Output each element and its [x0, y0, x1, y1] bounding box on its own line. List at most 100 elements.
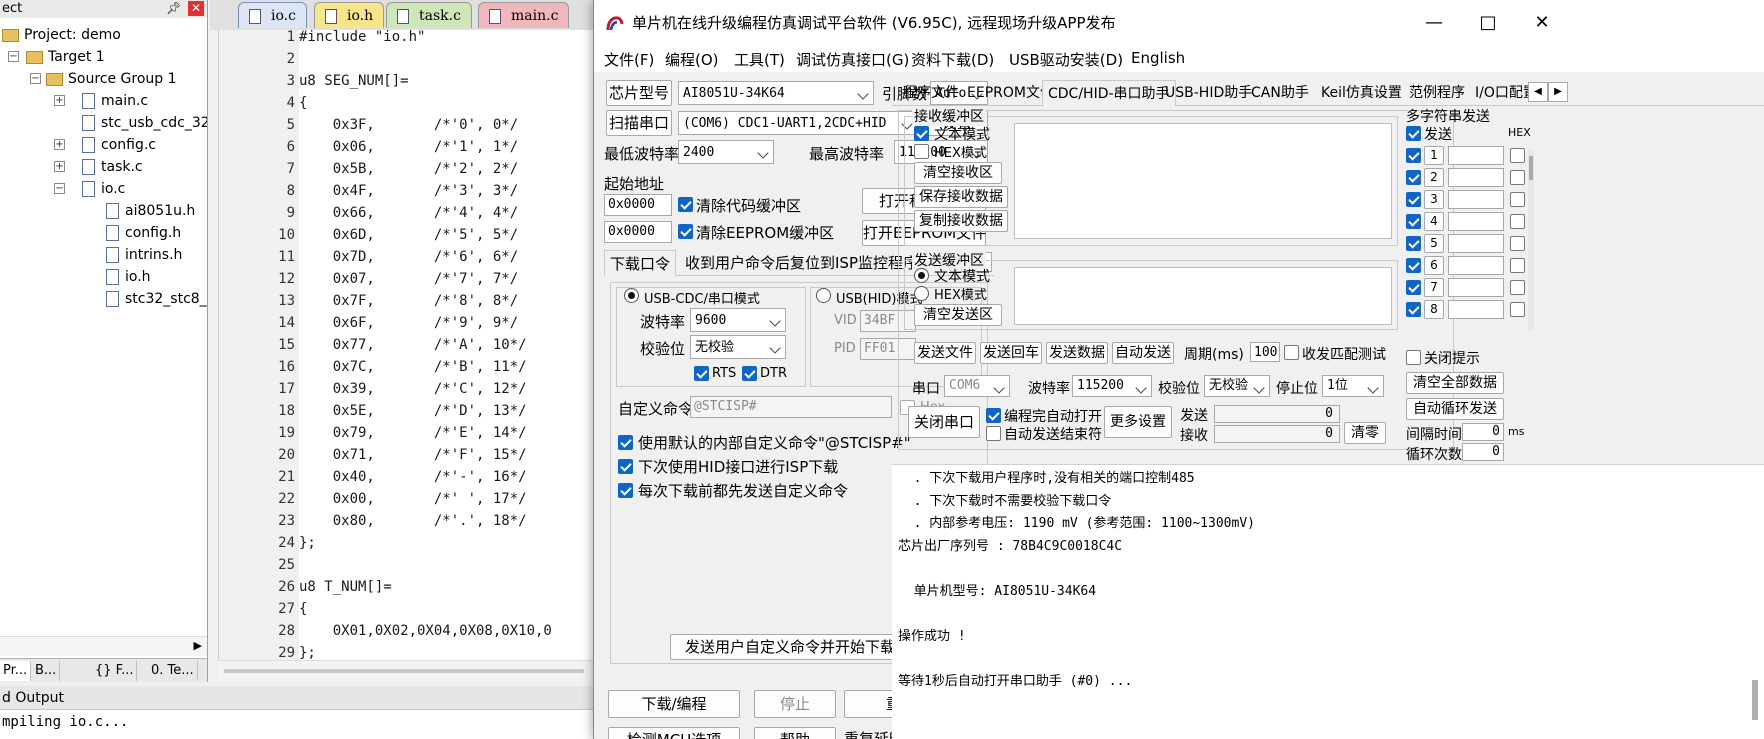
collapse-icon[interactable]: − — [8, 51, 19, 62]
send-enter-button[interactable]: 发送回车 — [980, 342, 1042, 364]
multi-send-button[interactable]: 6 — [1424, 256, 1444, 275]
tree-hscroll[interactable]: ▶ — [0, 636, 207, 656]
loop-count-input[interactable]: 0 — [1462, 443, 1504, 461]
multi-send-button[interactable]: 3 — [1424, 190, 1444, 209]
clear-eeprom-checkbox[interactable] — [678, 224, 693, 239]
auto-send-button[interactable]: 自动发送 — [1112, 342, 1174, 364]
multi-send-checkbox[interactable] — [1406, 280, 1421, 295]
multi-send-checkbox[interactable] — [1406, 170, 1421, 185]
use-default-command-checkbox[interactable] — [618, 435, 633, 450]
tree-item[interactable]: config.c — [82, 134, 156, 156]
multi-string-input[interactable] — [1448, 278, 1504, 297]
tree-item[interactable]: config.h — [106, 222, 181, 244]
clear-receive-button[interactable]: 清空接收区 — [914, 162, 1002, 184]
menu-debug[interactable]: 调试仿真接口(G) — [796, 49, 909, 70]
close-tip-checkbox[interactable] — [1406, 350, 1421, 365]
tab-keil-settings[interactable]: Keil仿真设置 — [1316, 80, 1407, 106]
menu-english[interactable]: English — [1131, 49, 1185, 67]
usb-hid-mode-radio[interactable] — [816, 288, 831, 303]
recv-hex-mode-checkbox[interactable] — [914, 144, 929, 159]
tab-books[interactable]: B... — [32, 661, 61, 681]
editor-hscroll[interactable] — [218, 660, 600, 682]
tree-item[interactable]: io.c — [82, 178, 125, 200]
multi-string-input[interactable] — [1448, 212, 1504, 231]
tree-item[interactable]: io.h — [106, 266, 151, 288]
tree-item[interactable]: ai8051u.h — [106, 200, 195, 222]
multi-send-button[interactable]: 5 — [1424, 234, 1444, 253]
editor-tab-task-c[interactable]: task.c — [386, 2, 472, 28]
custom-command-input[interactable]: @STCISP# — [690, 396, 892, 418]
match-test-checkbox[interactable] — [1284, 345, 1299, 360]
scan-port-button[interactable]: 扫描串口 — [606, 110, 672, 136]
menu-program[interactable]: 编程(O) — [665, 49, 719, 70]
multi-hex-checkbox[interactable] — [1510, 170, 1525, 185]
status-log[interactable]: . 下次下载用户程序时,没有相关的端口控制485 . 下次下载时不需要校验下载口… — [892, 464, 1764, 739]
more-settings-button[interactable]: 更多设置 — [1104, 406, 1172, 438]
scroll-right-icon[interactable]: ▶ — [194, 639, 202, 652]
send-data-button[interactable]: 发送数据 — [1046, 342, 1108, 364]
send-custom-command-button[interactable]: 发送用户自定义命令并开始下载 — [670, 634, 910, 660]
receive-textarea[interactable] — [1014, 123, 1392, 239]
clear-all-data-button[interactable]: 清空全部数据 — [1406, 372, 1504, 394]
clear-send-button[interactable]: 清空发送区 — [914, 304, 1002, 326]
collapse-icon[interactable]: − — [30, 73, 41, 84]
multi-send-button[interactable]: 4 — [1424, 212, 1444, 231]
send-text-mode-radio[interactable] — [914, 268, 929, 283]
tab-download-password[interactable]: 下载口令 — [604, 250, 677, 276]
expand-icon[interactable]: + — [54, 161, 65, 172]
send-file-button[interactable]: 发送文件 — [914, 342, 976, 364]
multi-hex-checkbox[interactable] — [1510, 258, 1525, 273]
minimize-icon[interactable]: — — [1414, 8, 1454, 38]
tab-usb-hid-assistant[interactable]: USB-HID助手 — [1160, 80, 1257, 106]
multi-string-input[interactable] — [1448, 190, 1504, 209]
tab-scroll-right-icon[interactable]: ▶ — [1548, 82, 1568, 102]
close-icon[interactable]: ✕ — [1522, 8, 1562, 38]
copy-receive-button[interactable]: 复制接收数据 — [914, 210, 1008, 232]
multi-send-checkbox[interactable] — [1406, 214, 1421, 229]
expand-icon[interactable]: + — [54, 139, 65, 150]
log-scrollbar-thumb[interactable] — [1752, 680, 1758, 720]
tab-functions[interactable]: {} F... — [92, 661, 138, 681]
auto-open-checkbox[interactable] — [986, 408, 1001, 423]
multi-string-input[interactable] — [1448, 300, 1504, 319]
min-baud-select[interactable]: 2400 — [678, 140, 774, 164]
menu-download[interactable]: 资料下载(D) — [911, 49, 994, 70]
editor-tab-io-c[interactable]: io.c — [238, 2, 307, 28]
scroll-thumb[interactable] — [224, 669, 584, 673]
multi-hex-checkbox[interactable] — [1510, 302, 1525, 317]
menu-usb-driver[interactable]: USB驱动安装(D) — [1009, 49, 1123, 70]
serial-parity-select[interactable]: 无校验 — [1204, 375, 1270, 397]
clear-code-checkbox[interactable] — [678, 197, 693, 212]
period-input[interactable]: 100 — [1250, 342, 1280, 362]
multi-send-button[interactable]: 8 — [1424, 300, 1444, 319]
menu-tools[interactable]: 工具(T) — [734, 49, 785, 70]
use-hid-next-checkbox[interactable] — [618, 459, 633, 474]
recv-text-mode-checkbox[interactable] — [914, 126, 929, 141]
multi-scrollbar[interactable] — [1528, 150, 1534, 330]
tree-item[interactable]: Target 1 — [26, 46, 105, 68]
multi-string-input[interactable] — [1448, 234, 1504, 253]
tab-program-file[interactable]: 程序文件 — [898, 80, 964, 106]
dtr-checkbox[interactable] — [742, 366, 757, 381]
editor-tab-io-h[interactable]: io.h — [314, 2, 385, 28]
serial-port-select[interactable]: COM6 — [944, 375, 1010, 397]
tab-project[interactable]: Pr... — [0, 661, 32, 681]
serial-baud-select[interactable]: 115200 — [1072, 375, 1152, 397]
maximize-icon[interactable]: □ — [1468, 8, 1508, 38]
multi-send-checkbox[interactable] — [1406, 192, 1421, 207]
tree-item[interactable]: task.c — [82, 156, 143, 178]
download-program-button[interactable]: 下载/编程 — [608, 690, 740, 718]
multi-hex-checkbox[interactable] — [1510, 148, 1525, 163]
pin-icon[interactable]: 📌︎ — [166, 1, 181, 15]
multi-hex-checkbox[interactable] — [1510, 214, 1525, 229]
tree-item[interactable]: Project: demo — [2, 24, 121, 46]
multi-send-checkbox[interactable] — [1406, 236, 1421, 251]
multi-send-button[interactable]: 7 — [1424, 278, 1444, 297]
chip-model-select[interactable]: AI8051U-34K64 — [678, 81, 874, 105]
tree-item[interactable]: Source Group 1 — [46, 68, 177, 90]
clear-counts-button[interactable]: 清零 — [1344, 422, 1386, 444]
tab-serial-assistant[interactable]: CDC/HID-串口助手 — [1042, 80, 1176, 106]
code-editor[interactable]: 1 #include "io.h" 2 3 u8 SEG_NUM[]= 4{5 0x3F,… — [218, 30, 600, 660]
tab-can-assistant[interactable]: CAN助手 — [1246, 80, 1314, 106]
multi-string-input[interactable] — [1448, 168, 1504, 187]
